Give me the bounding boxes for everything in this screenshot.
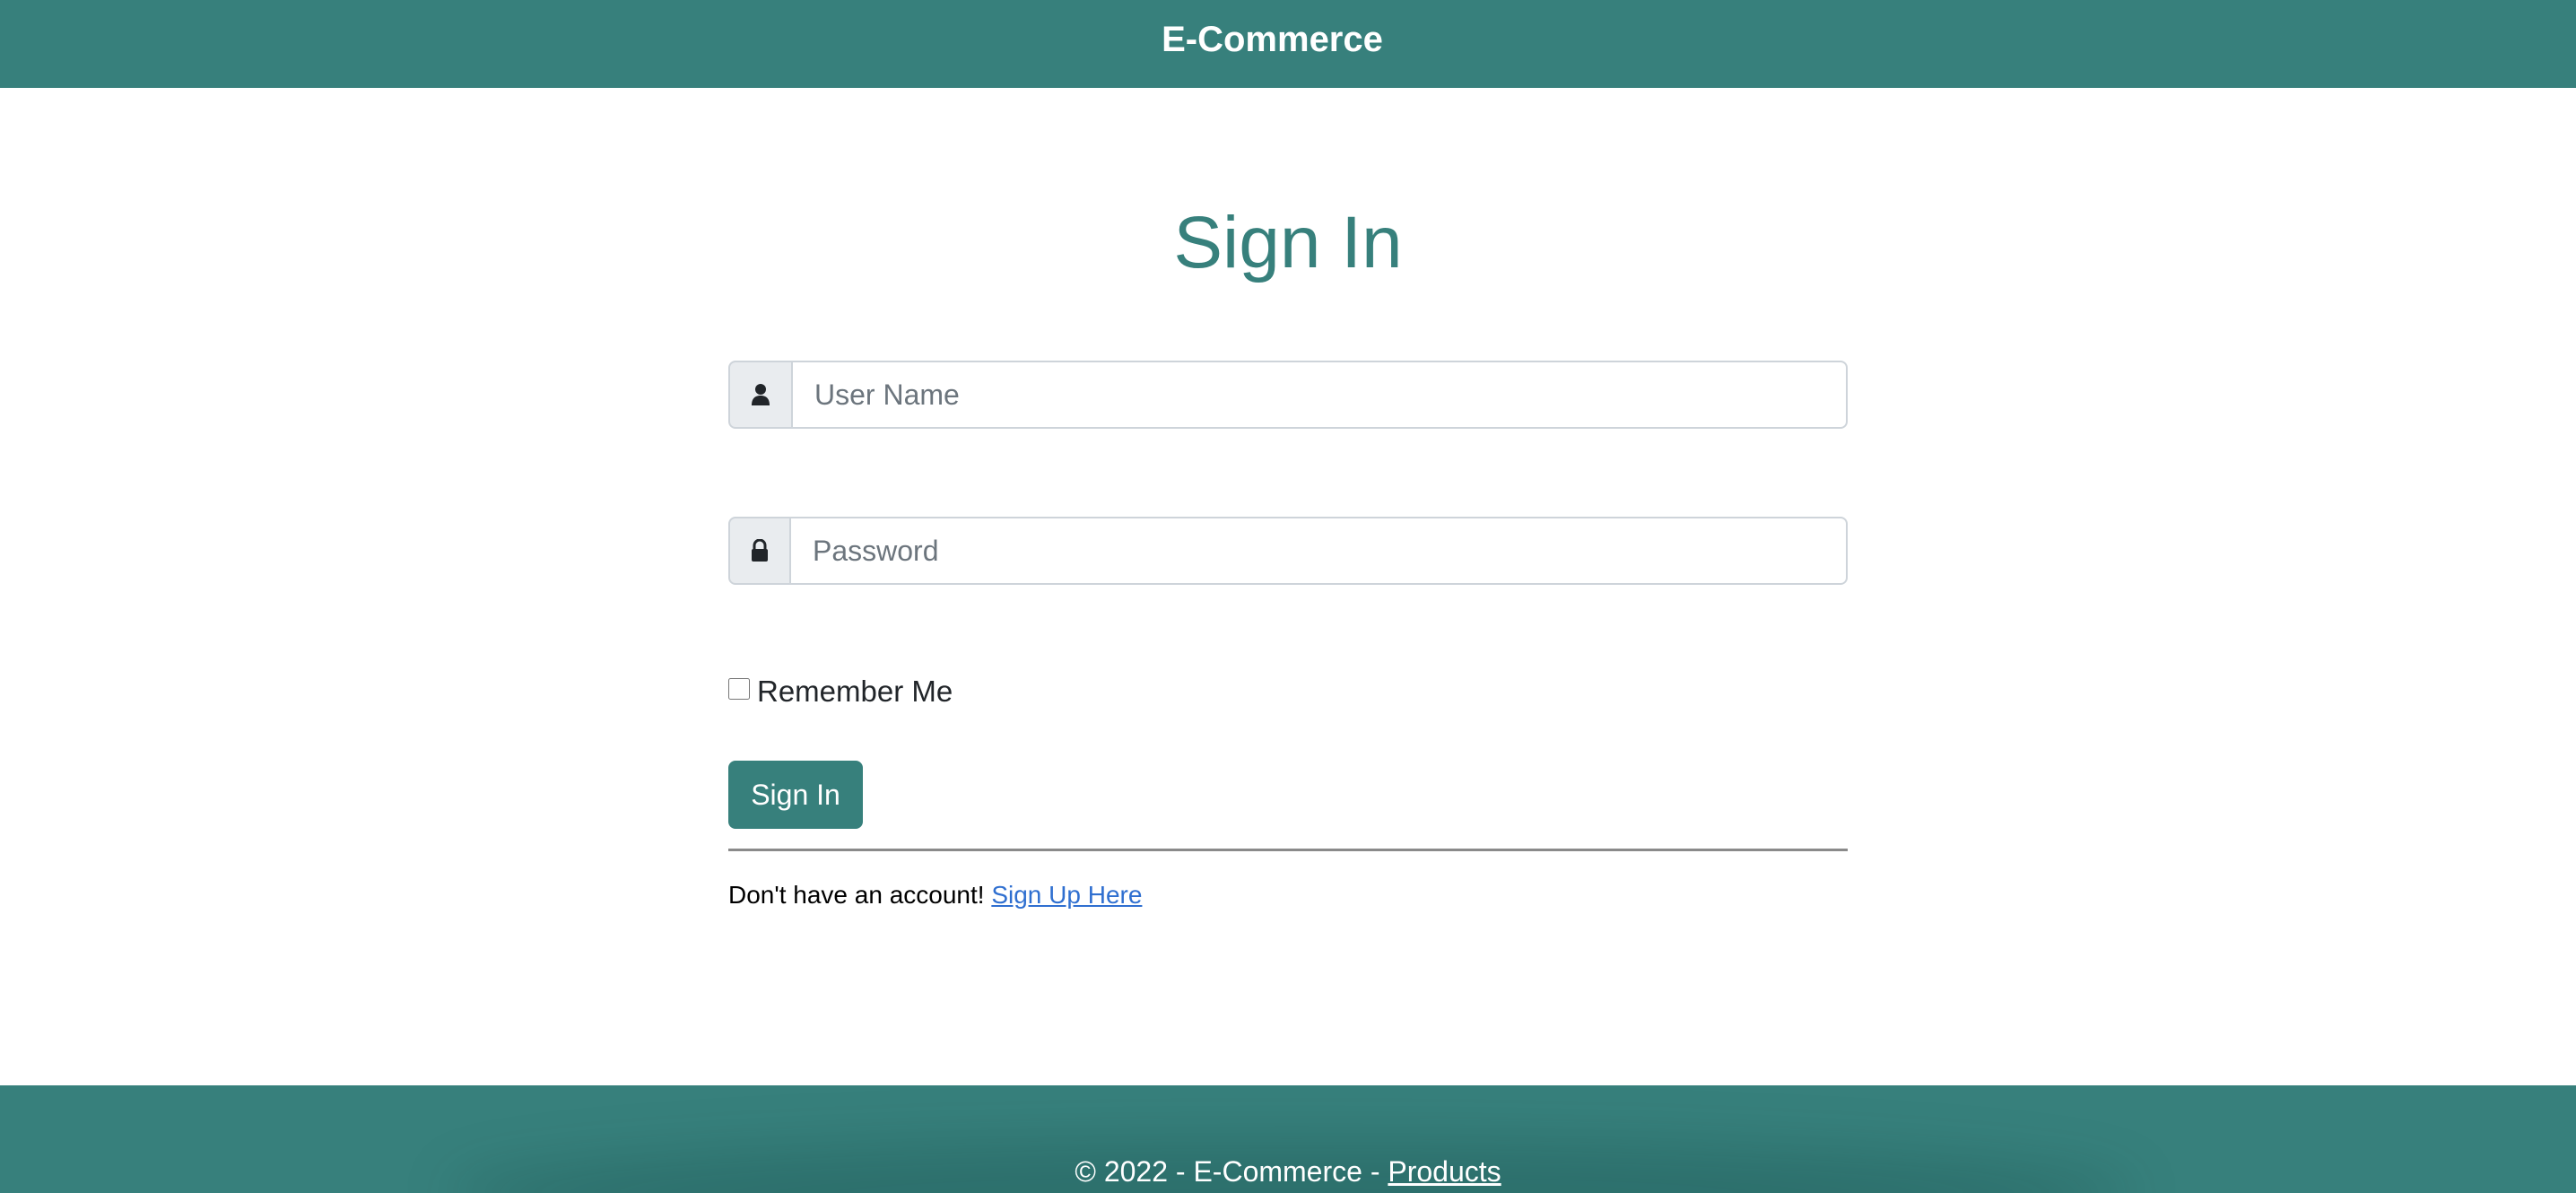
top-navbar: E-Commerce [0, 0, 2576, 88]
password-group [728, 517, 1848, 585]
remember-me[interactable]: Remember Me [728, 675, 953, 709]
signup-prompt-text: Don't have an account! [728, 881, 985, 909]
copyright-text: © 2022 - E-Commerce - [1075, 1155, 1380, 1188]
lock-icon [728, 517, 791, 585]
signup-prompt: Don't have an account! Sign Up Here [728, 881, 1142, 910]
footer: © 2022 - E-Commerce - Products [0, 1085, 2576, 1193]
remember-me-checkbox[interactable] [728, 678, 750, 700]
page-title: Sign In [1173, 202, 1403, 283]
footer-text: © 2022 - E-Commerce - Products [0, 1155, 2576, 1189]
user-icon [728, 361, 793, 429]
remember-me-label: Remember Me [757, 675, 953, 708]
username-input[interactable] [793, 361, 1848, 429]
sign-up-link[interactable]: Sign Up Here [991, 881, 1142, 909]
divider [728, 849, 1848, 851]
brand-link[interactable]: E-Commerce [1162, 20, 1383, 60]
username-group [728, 361, 1848, 429]
products-link[interactable]: Products [1388, 1155, 1501, 1188]
sign-in-button[interactable]: Sign In [728, 761, 863, 829]
password-input[interactable] [791, 517, 1848, 585]
